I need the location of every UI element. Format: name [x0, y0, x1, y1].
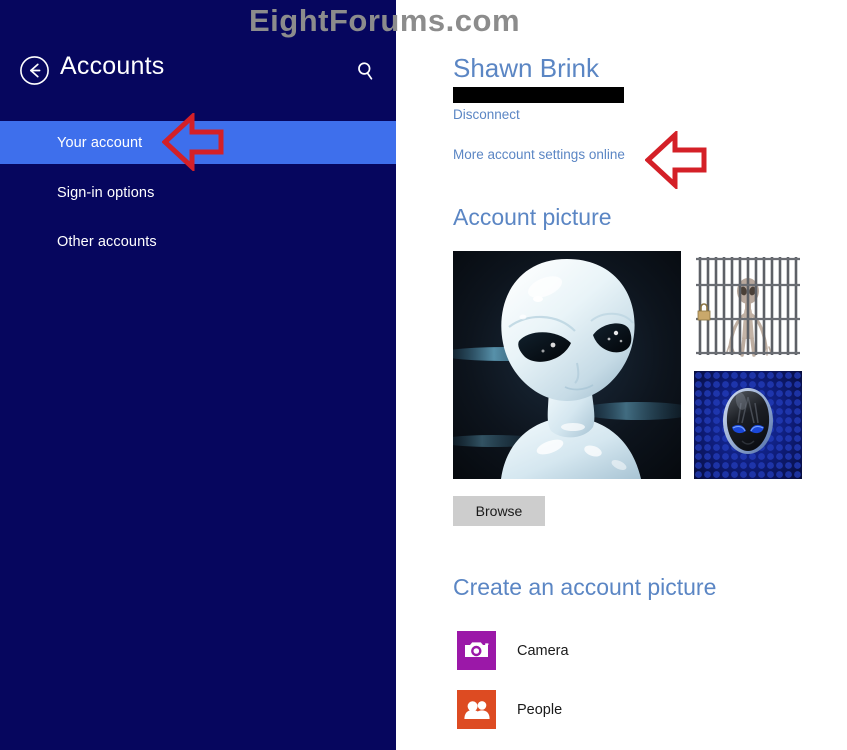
- search-button[interactable]: [353, 58, 379, 84]
- create-item-people[interactable]: People: [457, 690, 562, 729]
- back-arrow-circle-icon: [20, 56, 49, 85]
- back-button[interactable]: [19, 55, 50, 86]
- sidebar-item-your-account[interactable]: Your account: [0, 121, 396, 164]
- browse-button[interactable]: Browse: [453, 496, 545, 526]
- alien-behind-bars-image: [694, 251, 802, 361]
- more-account-settings-online-link[interactable]: More account settings online: [453, 147, 625, 162]
- account-picture-current[interactable]: [453, 251, 681, 479]
- disconnect-link[interactable]: Disconnect: [453, 107, 520, 122]
- create-account-picture-heading: Create an account picture: [453, 574, 717, 600]
- page-title: Accounts: [60, 52, 165, 80]
- alienware-head-image: [694, 371, 802, 479]
- accounts-sidebar: Accounts Your account Sign-in options Ot…: [0, 0, 396, 750]
- create-item-label: Camera: [517, 642, 569, 659]
- redacted-email-bar: [453, 87, 624, 103]
- sidebar-item-label: Your account: [57, 134, 143, 151]
- sidebar-item-other-accounts[interactable]: Other accounts: [0, 220, 396, 263]
- create-item-camera[interactable]: Camera: [457, 631, 569, 670]
- your-account-panel: Shawn Brink Disconnect More account sett…: [396, 0, 847, 750]
- sidebar-item-label: Other accounts: [57, 233, 157, 250]
- account-picture-option-alien-behind-bars[interactable]: [694, 251, 802, 361]
- people-icon: [457, 690, 496, 729]
- account-picture-option-alienware-head[interactable]: [694, 371, 802, 479]
- camera-icon: [457, 631, 496, 670]
- sidebar-item-sign-in-options[interactable]: Sign-in options: [0, 171, 396, 214]
- settings-window: Accounts Your account Sign-in options Ot…: [0, 0, 847, 750]
- search-icon: [358, 62, 373, 80]
- create-item-label: People: [517, 701, 563, 718]
- account-display-name: Shawn Brink: [453, 53, 599, 83]
- alien-portrait-image: [453, 251, 681, 479]
- account-picture-heading: Account picture: [453, 204, 612, 230]
- sidebar-item-label: Sign-in options: [57, 184, 155, 201]
